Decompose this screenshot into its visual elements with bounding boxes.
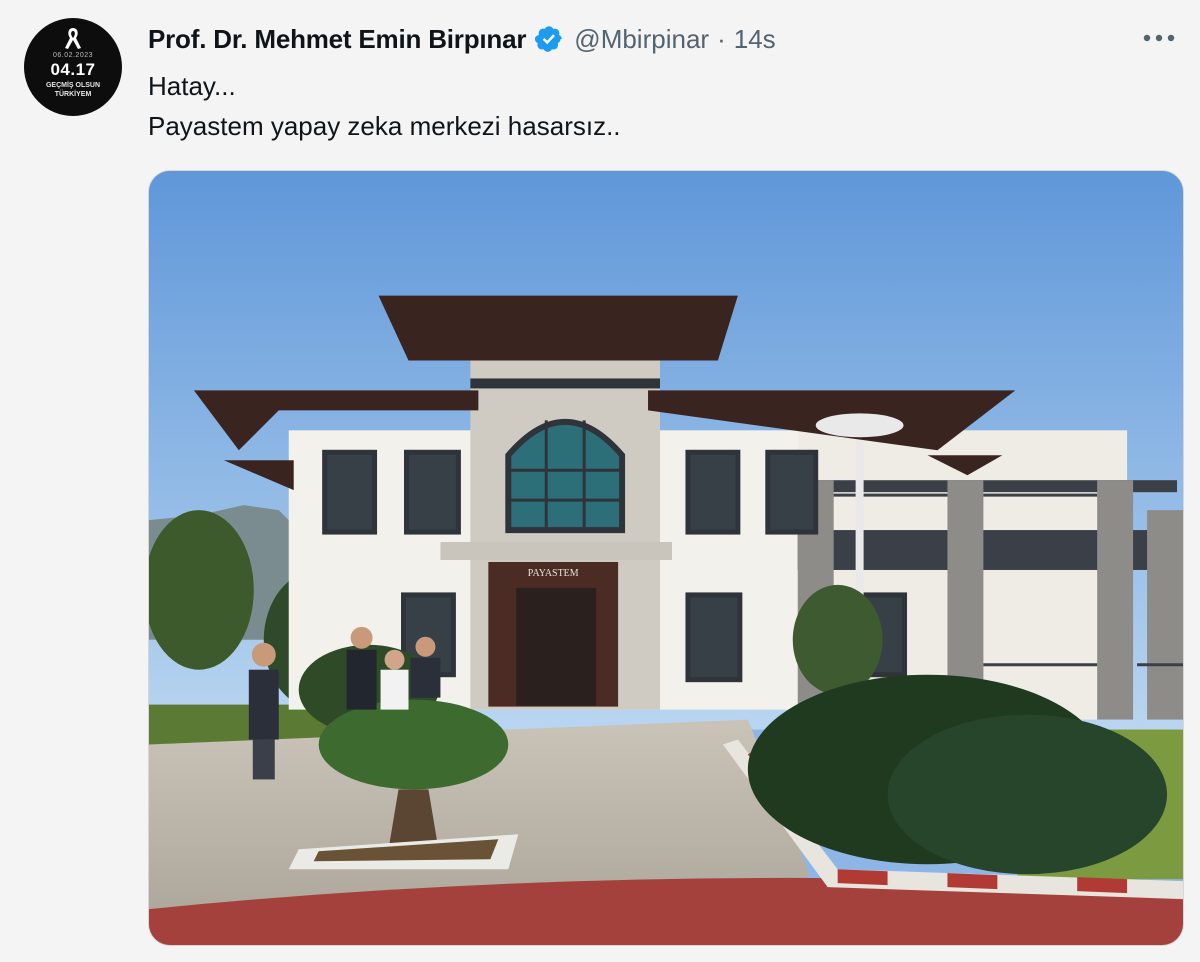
display-name[interactable]: Prof. Dr. Mehmet Emin Birpınar — [148, 24, 526, 55]
tweet-photo[interactable]: PAYASTEM — [148, 170, 1184, 946]
building-photo: PAYASTEM — [149, 171, 1183, 945]
tweet-text: Hatay... Payastem yapay zeka merkezi has… — [148, 66, 621, 146]
user-handle[interactable]: @Mbirpinar — [574, 24, 709, 55]
tweet[interactable]: 06.02.2023 04.17 GEÇMİŞ OLSUN TÜRKİYEM P… — [0, 0, 1200, 962]
verified-badge-icon[interactable] — [534, 24, 564, 54]
avatar-time: 04.17 — [50, 60, 96, 79]
timestamp[interactable]: 14s — [734, 24, 776, 55]
avatar[interactable]: 06.02.2023 04.17 GEÇMİŞ OLSUN TÜRKİYEM — [24, 18, 122, 116]
tweet-text-line-1: Hatay... — [148, 71, 236, 101]
avatar-caption-2: TÜRKİYEM — [54, 91, 92, 98]
tweet-text-line-2: Payastem yapay zeka merkezi hasarsız.. — [148, 111, 621, 141]
separator-dot: · — [717, 23, 726, 54]
building-sign: PAYASTEM — [528, 568, 579, 579]
more-dots-icon[interactable] — [1142, 26, 1176, 50]
avatar-date: 06.02.2023 — [52, 52, 94, 59]
mourning-ribbon-icon — [65, 28, 81, 49]
avatar-caption-1: GEÇMİŞ OLSUN — [45, 82, 101, 89]
tweet-header: Prof. Dr. Mehmet Emin Birpınar @Mbirpina… — [148, 20, 776, 58]
